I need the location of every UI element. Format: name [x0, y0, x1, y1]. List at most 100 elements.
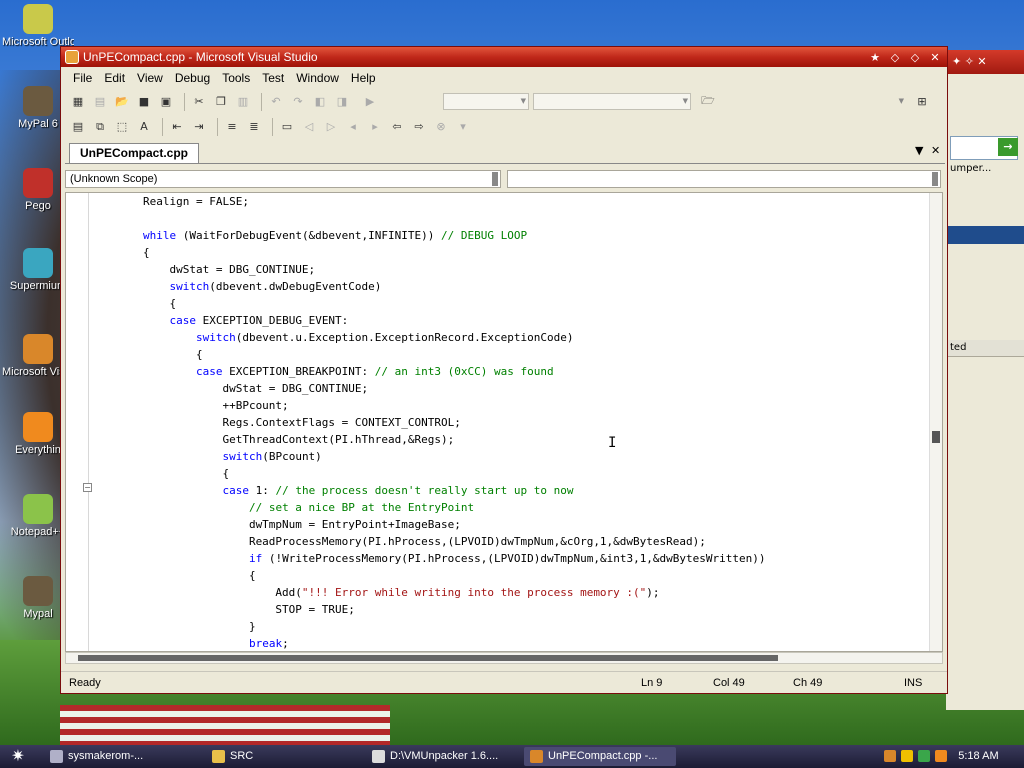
add-item-icon[interactable]: ▤ [91, 93, 109, 111]
menu-view[interactable]: View [131, 69, 169, 87]
code-line[interactable]: while (WaitForDebugEvent(&dbevent,INFINI… [90, 227, 766, 244]
new-project-icon[interactable]: ▦ [69, 93, 87, 111]
member-combo[interactable] [507, 170, 941, 188]
background-link[interactable]: umper... [950, 163, 991, 174]
code-line[interactable]: if (!WriteProcessMemory(PI.hProcess,(LPV… [90, 550, 766, 567]
horizontal-scroll-thumb[interactable] [78, 655, 778, 661]
code-line[interactable]: case 1: // the process doesn't really st… [90, 482, 766, 499]
active-files-dropdown-icon[interactable]: ▼ [915, 144, 923, 157]
parameter-info-icon[interactable]: ⧉ [91, 118, 109, 136]
code-line[interactable]: ReadProcessMemory(PI.hProcess,(LPVOID)dw… [90, 533, 766, 550]
increase-indent-icon[interactable]: ⇥ [190, 118, 208, 136]
pin-icon[interactable]: ★ [867, 50, 883, 64]
clear-bookmarks-icon[interactable]: ⊗ [432, 118, 450, 136]
code-line[interactable]: switch(dbevent.dwDebugEventCode) [90, 278, 766, 295]
next-bookmark-folder-icon[interactable]: ▸ [366, 118, 384, 136]
code-line[interactable]: Realign = FALSE; [90, 193, 766, 210]
code-line[interactable]: { [90, 346, 766, 363]
start-debug-icon[interactable]: ▶ [361, 93, 379, 111]
decrease-indent-icon[interactable]: ⇤ [168, 118, 186, 136]
tray-network-icon[interactable] [901, 750, 914, 763]
next-bookmark-icon[interactable]: ▷ [322, 118, 340, 136]
close-document-icon[interactable]: ✕ [931, 144, 940, 157]
code-line[interactable]: { [90, 567, 766, 584]
code-line[interactable]: case EXCEPTION_BREAKPOINT: // an int3 (0… [90, 363, 766, 380]
menu-help[interactable]: Help [345, 69, 382, 87]
clock[interactable]: 5:18 AM [958, 750, 998, 762]
menu-debug[interactable]: Debug [169, 69, 216, 87]
display-object-member-list-icon[interactable]: ▤ [69, 118, 87, 136]
menu-test[interactable]: Test [256, 69, 290, 87]
code-line[interactable]: break; [90, 635, 766, 651]
code-line[interactable]: dwStat = DBG_CONTINUE; [90, 261, 766, 278]
code-line[interactable]: case EXCEPTION_DEBUG_EVENT: [90, 312, 766, 329]
background-window-titlebar[interactable]: ✦ ✧ ✕ [946, 50, 1024, 74]
toolbar-options-icon[interactable]: ▾ [454, 118, 472, 136]
code-line[interactable]: // set a nice BP at the EntryPoint [90, 499, 766, 516]
taskbar-button[interactable]: SRC [206, 747, 360, 766]
code-line[interactable] [90, 210, 766, 227]
code-line[interactable]: dwTmpNum = EntryPoint+ImageBase; [90, 516, 766, 533]
code-line[interactable]: { [90, 465, 766, 482]
vertical-scrollbar[interactable] [929, 193, 942, 651]
solution-config-combo[interactable]: ▼ [443, 93, 529, 110]
code-text[interactable]: Realign = FALSE; while (WaitForDebugEven… [90, 193, 766, 651]
cut-icon[interactable]: ✂ [190, 93, 208, 111]
desktop-icon[interactable]: Microsoft Outlook [2, 4, 74, 48]
code-line[interactable]: switch(BPcount) [90, 448, 766, 465]
start-button[interactable]: ✷ [4, 747, 32, 766]
code-line[interactable]: { [90, 295, 766, 312]
toggle-bookmark-icon[interactable]: ▭ [278, 118, 296, 136]
previous-bookmark-icon[interactable]: ◁ [300, 118, 318, 136]
save-all-icon[interactable]: ▣ [157, 93, 175, 111]
solution-explorer-icon[interactable]: ⊞ [913, 92, 931, 110]
horizontal-scrollbar[interactable] [65, 652, 943, 664]
tray-search-icon[interactable] [935, 750, 948, 763]
previous-bookmark-folder-icon[interactable]: ◂ [344, 118, 362, 136]
menu-edit[interactable]: Edit [98, 69, 131, 87]
minimize-button[interactable]: ◇ [887, 50, 903, 64]
code-line[interactable]: Regs.ContextFlags = CONTEXT_CONTROL; [90, 414, 766, 431]
uncomment-icon[interactable]: ≣ [245, 118, 263, 136]
scope-combo[interactable]: (Unknown Scope) [65, 170, 501, 188]
open-file-icon[interactable]: 📂 [113, 93, 131, 111]
go-button[interactable]: → [998, 138, 1018, 156]
navigate-forward-icon[interactable]: ◨ [333, 93, 351, 111]
code-line[interactable]: STOP = TRUE; [90, 601, 766, 618]
copy-icon[interactable]: ❐ [212, 93, 230, 111]
code-line[interactable]: } [90, 618, 766, 635]
menu-window[interactable]: Window [290, 69, 345, 87]
editor-gutter[interactable] [66, 193, 89, 651]
code-line[interactable]: { [90, 244, 766, 261]
taskbar-button[interactable]: D:\VMUnpacker 1.6.... [366, 747, 518, 766]
code-line[interactable]: dwStat = DBG_CONTINUE; [90, 380, 766, 397]
find-combo[interactable]: ▼ [721, 93, 907, 110]
previous-bookmark-doc-icon[interactable]: ⇦ [388, 118, 406, 136]
paste-icon[interactable]: ▥ [234, 93, 252, 111]
menu-tools[interactable]: Tools [216, 69, 256, 87]
tab-unpecompact-cpp[interactable]: UnPECompact.cpp [69, 143, 200, 163]
background-column-header[interactable]: ted [946, 340, 1024, 357]
code-line[interactable]: switch(dbevent.u.Exception.ExceptionReco… [90, 329, 766, 346]
find-in-files-icon[interactable]: 🗁 [699, 92, 717, 110]
menu-file[interactable]: File [67, 69, 98, 87]
taskbar-button[interactable]: sysmakerom-... [44, 747, 200, 766]
taskbar-button[interactable]: UnPECompact.cpp -... [524, 747, 676, 766]
member-dropdown-grip[interactable] [932, 172, 938, 186]
code-editor[interactable]: − Realign = FALSE; while (WaitForDebugEv… [65, 192, 943, 652]
background-window[interactable]: ✦ ✧ ✕ → umper... ted [946, 50, 1024, 710]
save-icon[interactable]: ■ [135, 93, 153, 111]
complete-word-icon[interactable]: A [135, 118, 153, 136]
code-line[interactable]: Add("!!! Error while writing into the pr… [90, 584, 766, 601]
tray-visual-studio-icon[interactable] [884, 750, 896, 763]
visual-studio-window[interactable]: UnPECompact.cpp - Microsoft Visual Studi… [60, 46, 948, 694]
code-line[interactable]: GetThreadContext(PI.hThread,&Regs); [90, 431, 766, 448]
tray-app-icon[interactable] [918, 750, 931, 763]
title-bar[interactable]: UnPECompact.cpp - Microsoft Visual Studi… [61, 47, 947, 67]
redo-icon[interactable]: ↷ [289, 93, 307, 111]
maximize-button[interactable]: ◇ [907, 50, 923, 64]
scope-dropdown-grip[interactable] [492, 172, 498, 186]
code-line[interactable]: ++BPcount; [90, 397, 766, 414]
quick-info-icon[interactable]: ⬚ [113, 118, 131, 136]
next-bookmark-doc-icon[interactable]: ⇨ [410, 118, 428, 136]
